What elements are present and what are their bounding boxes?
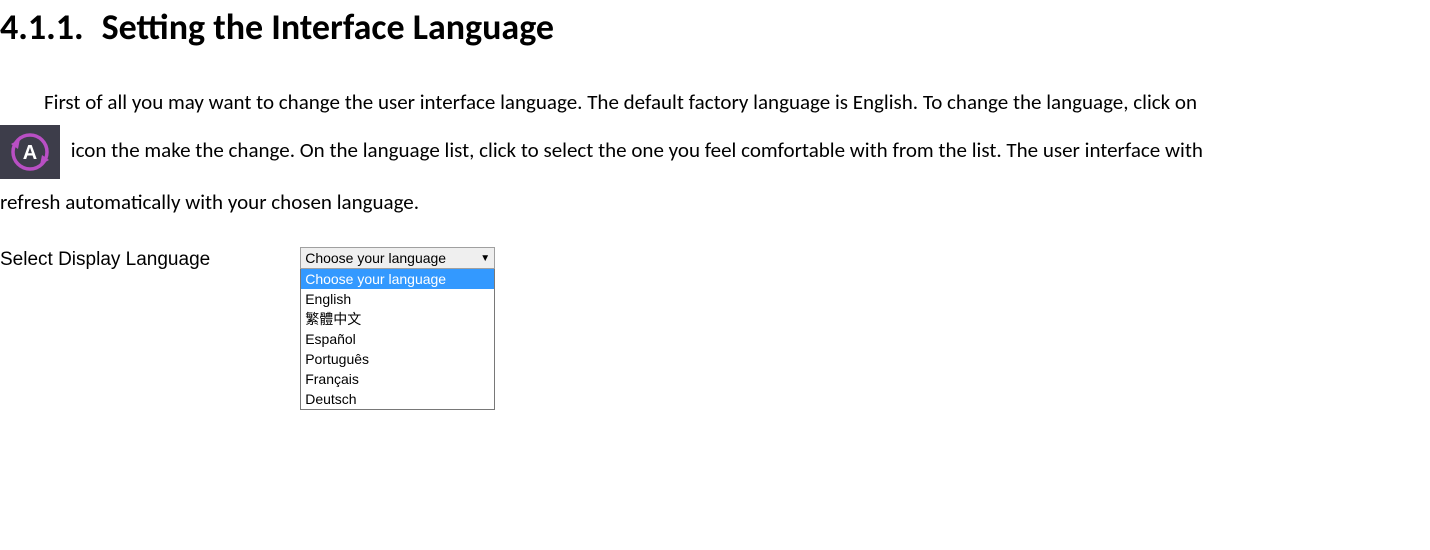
language-option[interactable]: 繁體中文 [301, 309, 494, 329]
paragraph-line-2: A icon the make the change. On the langu… [0, 125, 1430, 179]
language-option[interactable]: Français [301, 369, 494, 389]
svg-text:A: A [23, 142, 37, 164]
language-option[interactable]: Español [301, 329, 494, 349]
paragraph-line-2-text: icon the make the change. On the languag… [66, 137, 1203, 163]
language-dropdown-list: Choose your language English 繁體中文 Españo… [300, 269, 495, 410]
language-selector-row: Select Display Language Choose your lang… [0, 247, 1430, 410]
language-dropdown-selected[interactable]: Choose your language ▼ [300, 247, 495, 269]
language-selector-label: Select Display Language [0, 247, 210, 271]
language-option[interactable]: English [301, 289, 494, 309]
paragraph-line-1: First of all you may want to change the … [0, 79, 1430, 125]
language-dropdown[interactable]: Choose your language ▼ Choose your langu… [300, 247, 495, 410]
paragraph-line-3: refresh automatically with your chosen l… [0, 179, 1430, 225]
language-dropdown-selected-text: Choose your language [305, 250, 446, 266]
language-option[interactable]: Choose your language [301, 269, 494, 289]
section-title: Setting the Interface Language [102, 5, 554, 49]
language-icon: A [0, 125, 60, 179]
language-option[interactable]: Deutsch [301, 389, 494, 409]
section-number: 4.1.1. [0, 5, 84, 49]
description-paragraph: First of all you may want to change the … [0, 79, 1430, 225]
chevron-down-icon: ▼ [480, 253, 490, 264]
language-option[interactable]: Português [301, 349, 494, 369]
section-heading: 4.1.1. Setting the Interface Language [0, 0, 1430, 49]
